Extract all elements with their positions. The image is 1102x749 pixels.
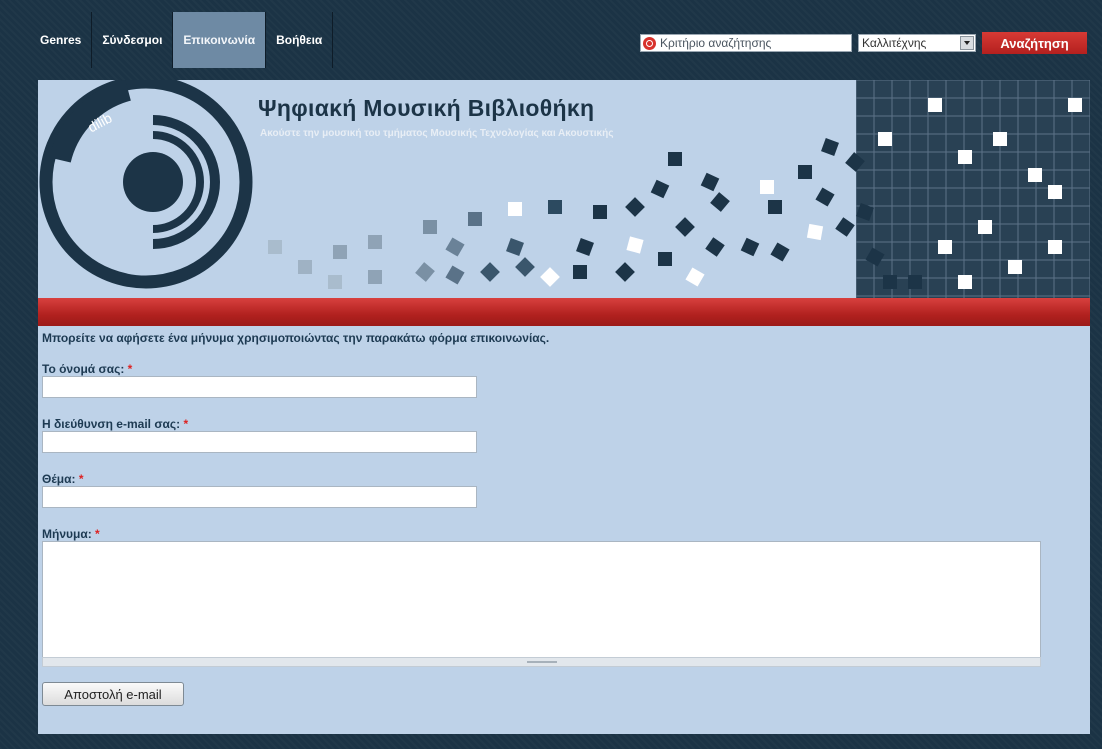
- decorative-square: [423, 220, 437, 234]
- name-label: Το όνομά σας: *: [42, 362, 133, 376]
- nav-item-links[interactable]: Σύνδεσμοι: [92, 12, 174, 68]
- decorative-square: [806, 223, 824, 241]
- email-label: Η διεύθυνση e-mail σας: *: [42, 417, 189, 431]
- decorative-square: [333, 245, 347, 259]
- decorative-square: [508, 202, 522, 216]
- name-field[interactable]: [42, 376, 477, 398]
- decorative-square: [445, 237, 465, 257]
- decorative-square: [415, 262, 435, 282]
- decorative-square: [658, 252, 672, 266]
- send-email-button[interactable]: Αποστολή e-mail: [42, 682, 184, 706]
- email-field[interactable]: [42, 431, 477, 453]
- site-title: Ψηφιακή Μουσική Βιβλιοθήκη: [258, 95, 595, 121]
- decorative-square: [650, 179, 670, 199]
- decorative-square: [835, 217, 855, 237]
- search-field: [640, 34, 852, 52]
- decorative-square: [548, 200, 562, 214]
- search-type-value: Καλλιτέχνης: [862, 36, 927, 50]
- decorative-square: [768, 200, 782, 214]
- decorative-square: [506, 238, 524, 256]
- message-textarea[interactable]: [42, 541, 1041, 659]
- decorative-square: [668, 152, 682, 166]
- decorative-square: [878, 132, 892, 146]
- decorative-square: [445, 265, 465, 285]
- decorative-square: [1048, 185, 1062, 199]
- search-input[interactable]: [660, 36, 845, 50]
- decorative-square: [760, 180, 774, 194]
- decorative-square: [480, 262, 500, 282]
- decorative-square: [1068, 98, 1082, 112]
- decorative-square: [705, 237, 725, 257]
- decorative-square: [626, 236, 644, 254]
- decorative-square: [593, 205, 607, 219]
- grip-icon: [527, 661, 557, 663]
- decorative-square: [573, 265, 587, 279]
- nav-item-genres[interactable]: Genres: [30, 12, 93, 68]
- decorative-square: [770, 242, 790, 262]
- site-header: dilib Ψηφιακή Μουσική Βιβλιοθήκη Ακούστε…: [38, 80, 1090, 298]
- decorative-square: [1008, 260, 1022, 274]
- required-mark: *: [127, 362, 133, 376]
- textarea-resize-handle[interactable]: [42, 657, 1041, 667]
- decorative-square: [798, 165, 812, 179]
- decorative-square: [615, 262, 635, 282]
- decorative-square: [685, 267, 705, 287]
- main-nav: Genres Σύνδεσμοι Επικοινωνία Βοήθεια: [30, 12, 334, 68]
- decorative-square: [515, 257, 535, 277]
- nav-item-help[interactable]: Βοήθεια: [266, 12, 334, 68]
- decorative-square: [625, 197, 645, 217]
- required-mark: *: [78, 472, 84, 486]
- form-intro: Μπορείτε να αφήσετε ένα μήνυμα χρησιμοπο…: [42, 331, 550, 345]
- decorative-square: [1048, 240, 1062, 254]
- page-frame: Genres Σύνδεσμοι Επικοινωνία Βοήθεια Καλ…: [0, 0, 1102, 749]
- subject-field[interactable]: [42, 486, 477, 508]
- header-band: [38, 298, 1090, 326]
- decorative-square: [368, 235, 382, 249]
- decorative-square: [740, 237, 760, 257]
- decorative-square: [883, 275, 897, 289]
- site-subtitle: Ακούστε την μουσική του τμήματος Μουσική…: [260, 128, 614, 139]
- decorative-square: [958, 150, 972, 164]
- decorative-square: [978, 220, 992, 234]
- decorative-square: [1028, 168, 1042, 182]
- decorative-square: [815, 187, 835, 207]
- subject-label: Θέμα: *: [42, 472, 84, 486]
- search-button[interactable]: Αναζήτηση: [982, 32, 1087, 54]
- decorative-square: [908, 275, 922, 289]
- decorative-square: [710, 192, 730, 212]
- search-icon: [643, 36, 656, 50]
- search-type-select[interactable]: Καλλιτέχνης: [858, 34, 976, 52]
- main-content: dilib Ψηφιακή Μουσική Βιβλιοθήκη Ακούστε…: [38, 80, 1090, 734]
- decorative-square: [958, 275, 972, 289]
- decorative-square: [268, 240, 282, 254]
- decorative-square: [540, 267, 560, 287]
- decorative-square: [298, 260, 312, 274]
- decorative-square: [368, 270, 382, 284]
- required-mark: *: [183, 417, 189, 431]
- message-label: Μήνυμα: *: [42, 527, 100, 541]
- decorative-square: [700, 172, 720, 192]
- nav-item-contact[interactable]: Επικοινωνία: [173, 12, 267, 68]
- decorative-square: [576, 238, 594, 256]
- decorative-square: [468, 212, 482, 226]
- chevron-down-icon[interactable]: [960, 36, 974, 50]
- decorative-square: [938, 240, 952, 254]
- logo: dilib: [39, 80, 253, 289]
- decorative-square: [675, 217, 695, 237]
- required-mark: *: [95, 527, 100, 541]
- decorative-square: [821, 138, 839, 156]
- decorative-square: [928, 98, 942, 112]
- decorative-square: [993, 132, 1007, 146]
- decorative-square: [328, 275, 342, 289]
